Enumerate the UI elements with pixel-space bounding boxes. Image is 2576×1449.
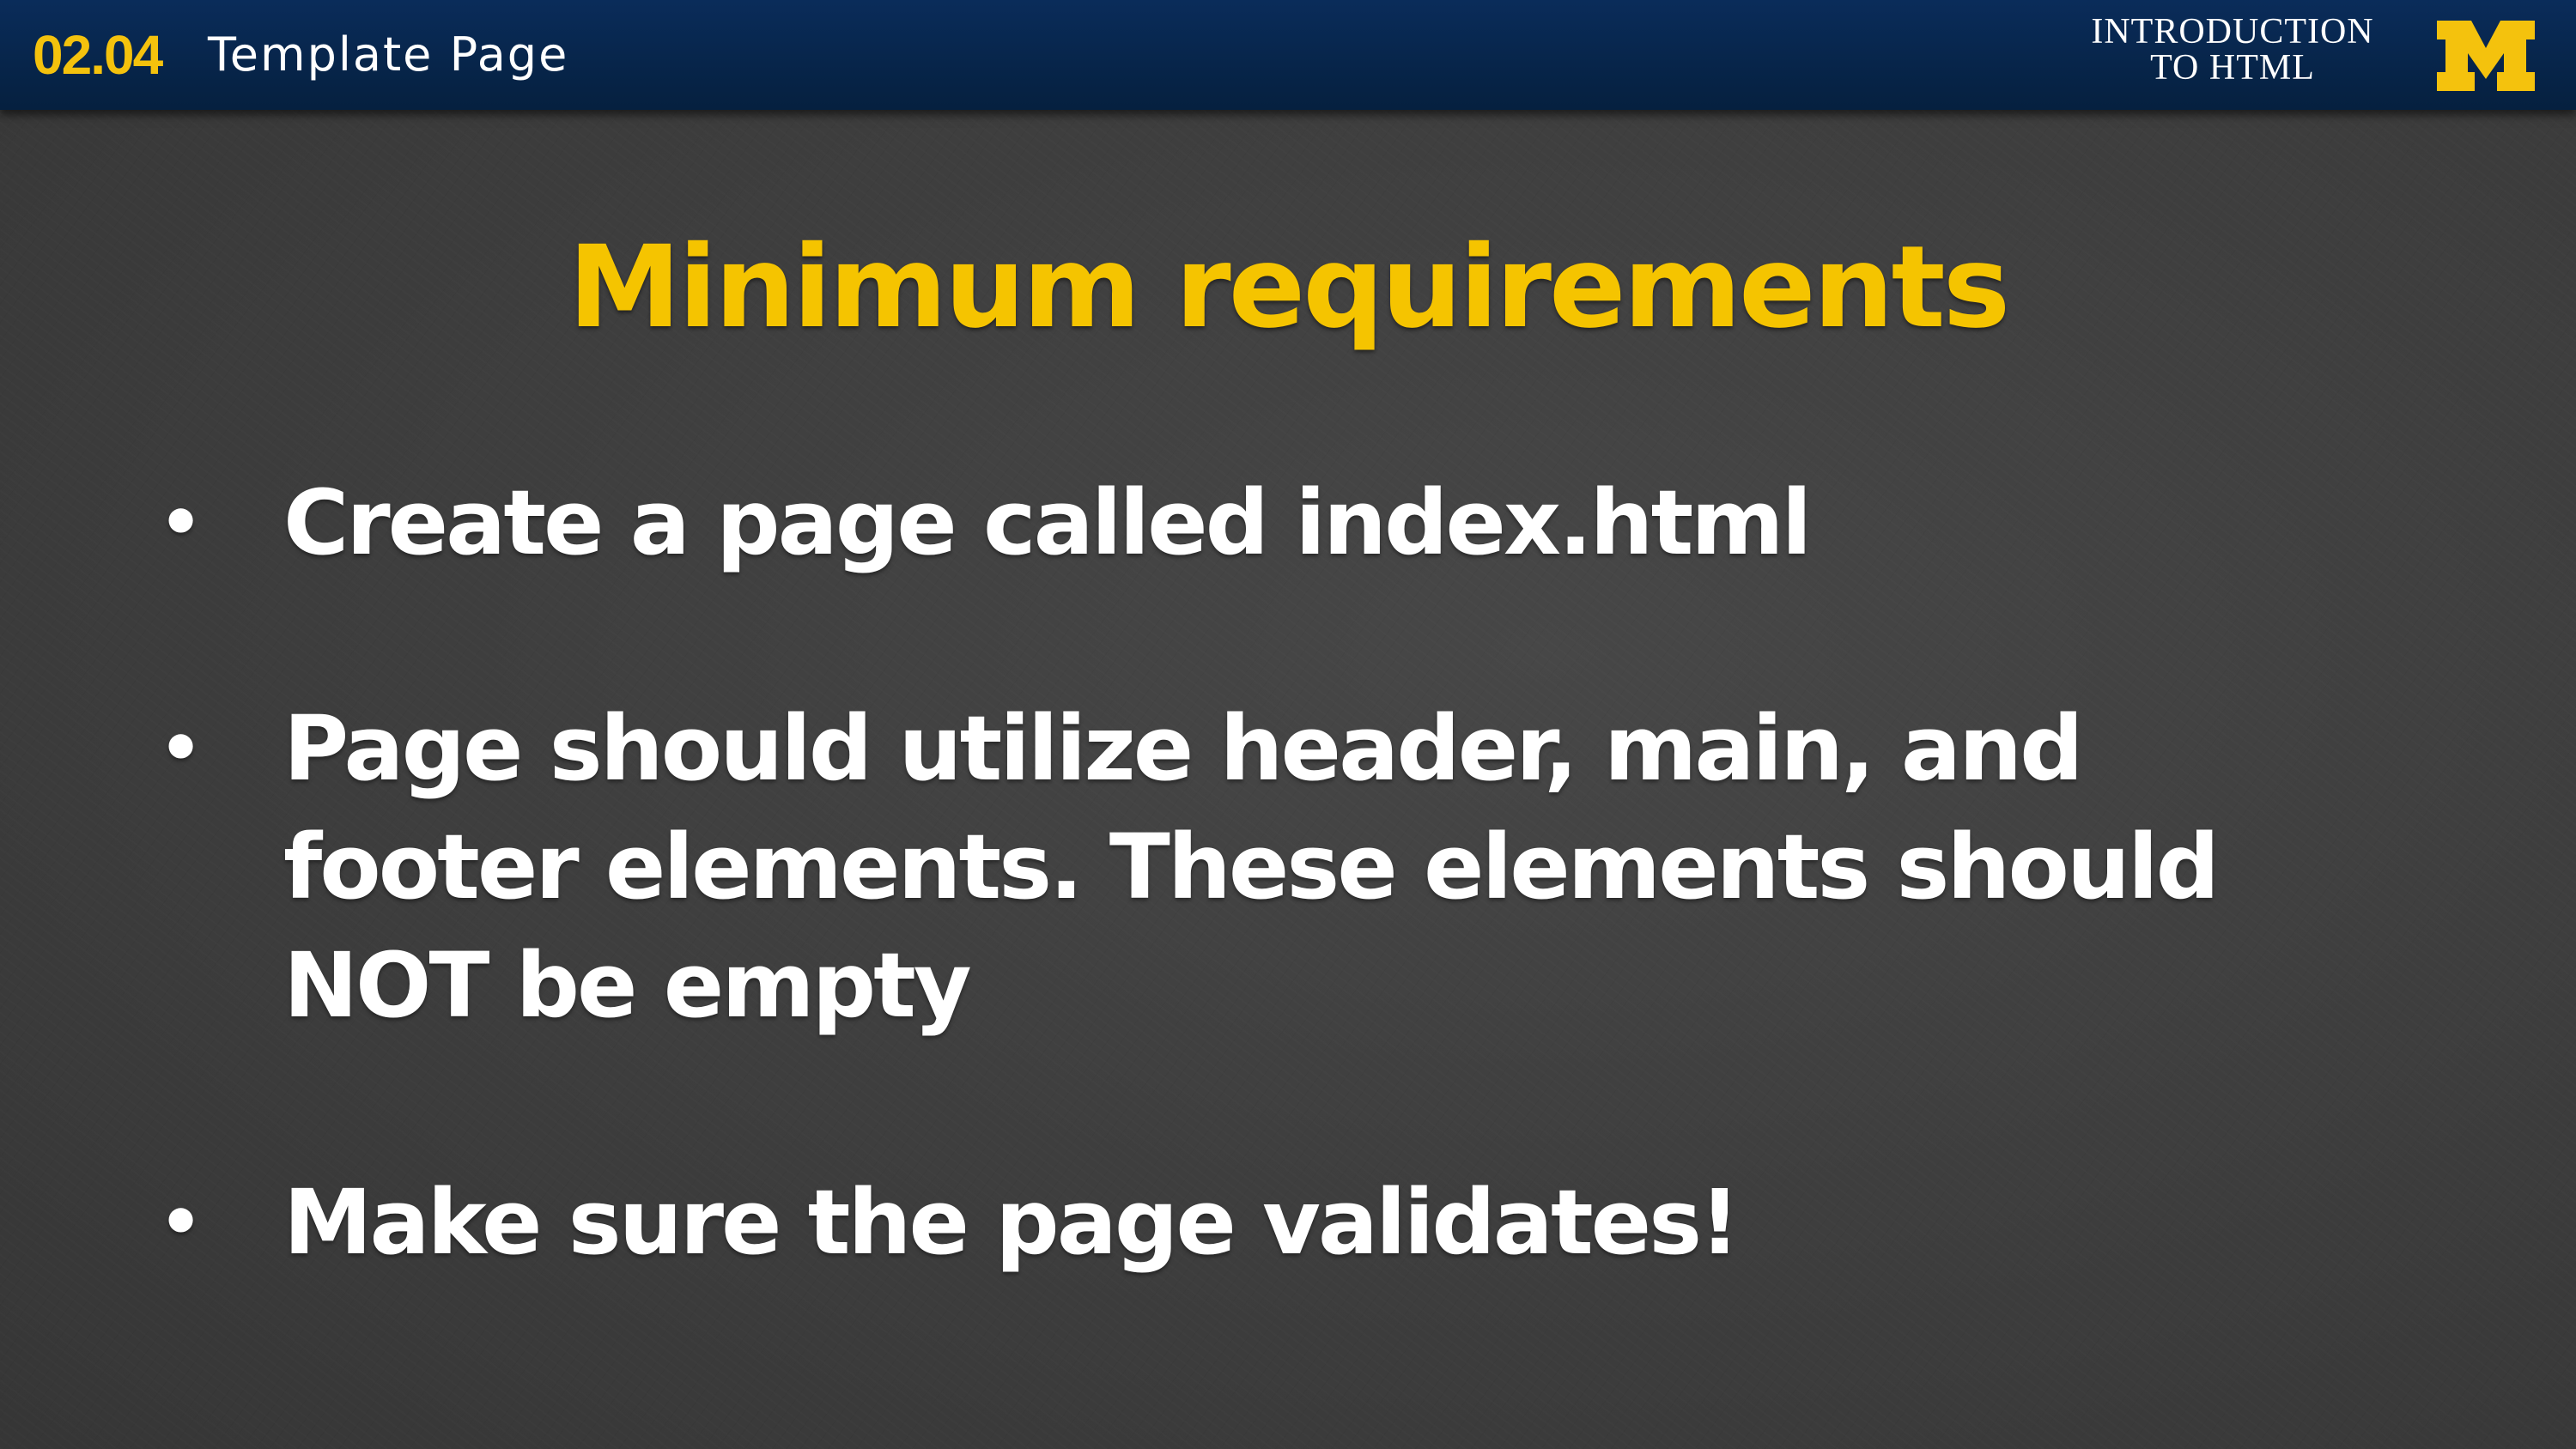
bullet-text: Page should utilize header, main, and fo… xyxy=(283,696,2220,1038)
course-name: INTRODUCTION TO HTML xyxy=(2061,14,2404,86)
bullet-dot-icon: • xyxy=(159,1182,203,1262)
bullet-dot-icon: • xyxy=(159,482,203,562)
lesson-number: 02.04 xyxy=(33,24,163,86)
block-m-logo-icon xyxy=(2437,21,2535,91)
header-bar: 02.04 Template Page INTRODUCTION TO HTML xyxy=(0,0,2576,110)
course-name-line-2: TO HTML xyxy=(2150,48,2315,88)
slide-title: Minimum requirements xyxy=(568,221,2011,354)
slide: 02.04 Template Page INTRODUCTION TO HTML… xyxy=(0,0,2576,1449)
lesson-title: Template Page xyxy=(208,27,569,82)
bullet-text: Create a page called index.html xyxy=(283,470,1812,575)
course-name-line-1: INTRODUCTION xyxy=(2091,12,2374,52)
bullet-item: • Create a page called index.html xyxy=(159,464,2327,582)
bullet-text: Make sure the page validates! xyxy=(283,1170,1741,1275)
bullet-dot-icon: • xyxy=(159,708,203,788)
bullet-item: • Page should utilize header, main, and … xyxy=(159,689,2327,1045)
bullet-item: • Make sure the page validates! xyxy=(159,1163,2327,1282)
